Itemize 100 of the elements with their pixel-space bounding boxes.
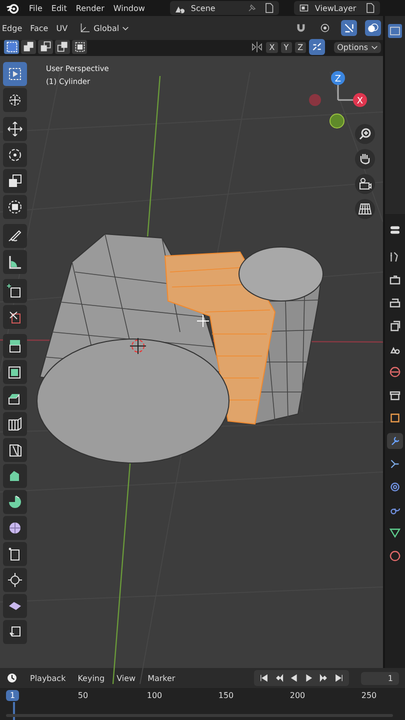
poly-build-tool-button[interactable]: [3, 464, 27, 488]
menu-item[interactable]: UV: [56, 24, 68, 32]
add-cube-icon: [7, 283, 23, 299]
select-subtract-button[interactable]: [38, 40, 53, 54]
edge-slide-tool-button[interactable]: [3, 542, 27, 566]
add-cube-tool-button[interactable]: [3, 279, 27, 303]
menu-item[interactable]: File: [29, 4, 42, 12]
auto-merge-toggle[interactable]: [309, 39, 326, 55]
current-frame-field[interactable]: 1: [361, 672, 399, 684]
menu-item[interactable]: Marker: [148, 674, 176, 682]
frame-label: 100: [146, 691, 162, 700]
extrude-icon: [7, 338, 23, 354]
play-reverse-icon: [289, 673, 299, 683]
playhead-marker[interactable]: 1: [6, 690, 20, 701]
properties-editor-icon[interactable]: [389, 224, 401, 236]
camera-icon[interactable]: [355, 174, 375, 194]
overlay-toggle[interactable]: [365, 20, 381, 36]
grid-icon[interactable]: [355, 199, 375, 219]
gizmo-icon: [343, 22, 355, 34]
bevel-tool-button[interactable]: [3, 386, 27, 410]
select-set-icon: [6, 41, 18, 53]
scale-icon: [7, 173, 23, 189]
select-subtract-icon: [40, 41, 52, 53]
layers-icon: [298, 2, 310, 14]
shear-tool-button[interactable]: [3, 594, 27, 618]
select-tool-button[interactable]: [3, 62, 27, 86]
options-dropdown[interactable]: Options: [334, 42, 381, 52]
axis-gizmo[interactable]: Z X: [303, 66, 373, 136]
modifier-tab[interactable]: [387, 433, 403, 449]
select-extend-button[interactable]: [21, 40, 36, 54]
copy-icon: [262, 2, 275, 14]
axes-icon: [78, 22, 91, 34]
rotate-tool-button[interactable]: [3, 143, 27, 167]
inset-tool-button[interactable]: [3, 360, 27, 384]
mirror-icon[interactable]: [251, 41, 264, 53]
outliner-icon[interactable]: [388, 24, 402, 38]
orientation-dropdown[interactable]: Global: [76, 21, 132, 35]
annotate-tool-button[interactable]: [3, 224, 27, 248]
playback-control[interactable]: [258, 672, 270, 684]
menu-item[interactable]: View: [116, 674, 136, 682]
menu-item[interactable]: Face: [30, 24, 48, 32]
previous-keyframe-icon: [274, 673, 284, 683]
material-tab[interactable]: [387, 548, 403, 564]
scale-tool-button[interactable]: [3, 169, 27, 193]
menu-item[interactable]: Keying: [78, 674, 105, 682]
menu-item[interactable]: Edit: [51, 4, 67, 12]
logo-icon[interactable]: [6, 1, 20, 15]
axis-toggle[interactable]: Y: [280, 42, 292, 52]
select-invert-button[interactable]: [55, 40, 70, 54]
select-intersect-icon: [74, 41, 86, 53]
menu-item[interactable]: Playback: [30, 674, 66, 682]
proportional-icon: [319, 22, 331, 34]
spin-tool-button[interactable]: [3, 490, 27, 514]
loop-cut-tool-button[interactable]: [3, 412, 27, 436]
measure-icon: [7, 254, 23, 270]
caret-icon: [122, 24, 130, 32]
knife-tool-button[interactable]: [3, 438, 27, 462]
axis-toggle[interactable]: X: [266, 42, 278, 52]
gizmo-toggle[interactable]: [341, 20, 357, 36]
next-keyframe-icon: [319, 673, 329, 683]
menu-item[interactable]: Window: [113, 4, 145, 12]
select-intersect-button[interactable]: [72, 40, 87, 54]
frame-label: 200: [290, 691, 306, 700]
inset-icon: [7, 364, 23, 380]
axis-toggle[interactable]: Z: [294, 42, 306, 52]
caret-icon: [371, 44, 378, 50]
scene-selector[interactable]: Scene: [170, 1, 279, 15]
play-icon: [304, 673, 314, 683]
transform-icon: [7, 199, 23, 215]
rotate-icon: [7, 147, 23, 163]
menu-item[interactable]: Render: [76, 4, 104, 12]
select-set-button[interactable]: [4, 40, 19, 54]
knife-cube-icon: [7, 309, 23, 325]
collection-icon: [389, 389, 401, 401]
shrink-tool-button[interactable]: [3, 568, 27, 592]
move-icon: [7, 121, 23, 137]
world-tab[interactable]: [387, 364, 403, 380]
extrude-tool-button[interactable]: [3, 334, 27, 358]
smooth-tool-button[interactable]: [3, 516, 27, 540]
render-icon: [389, 274, 401, 286]
loop-cut-icon: [7, 416, 23, 432]
snap-icon: [295, 22, 307, 34]
menu-item[interactable]: Edge: [2, 24, 22, 32]
transform-tool-button[interactable]: [3, 195, 27, 219]
playback-control[interactable]: [333, 672, 345, 684]
measure-tool-button[interactable]: [3, 250, 27, 274]
overlay-icon: [367, 22, 379, 34]
select-icon: [7, 66, 23, 82]
modifier-icon: [389, 435, 401, 447]
move-tool-button[interactable]: [3, 117, 27, 141]
view-layer-selector[interactable]: ViewLayer: [294, 1, 380, 15]
rip-tool-button[interactable]: [3, 620, 27, 644]
select-invert-icon: [56, 41, 68, 53]
zoom-icon[interactable]: [355, 124, 375, 144]
clock-icon[interactable]: [6, 672, 18, 684]
cursor-tool-button[interactable]: [3, 88, 27, 112]
knife-cube-tool-button[interactable]: [3, 305, 27, 329]
jump-end-icon: [334, 673, 344, 683]
cursor-icon: [7, 92, 23, 108]
hand-icon[interactable]: [355, 149, 375, 169]
